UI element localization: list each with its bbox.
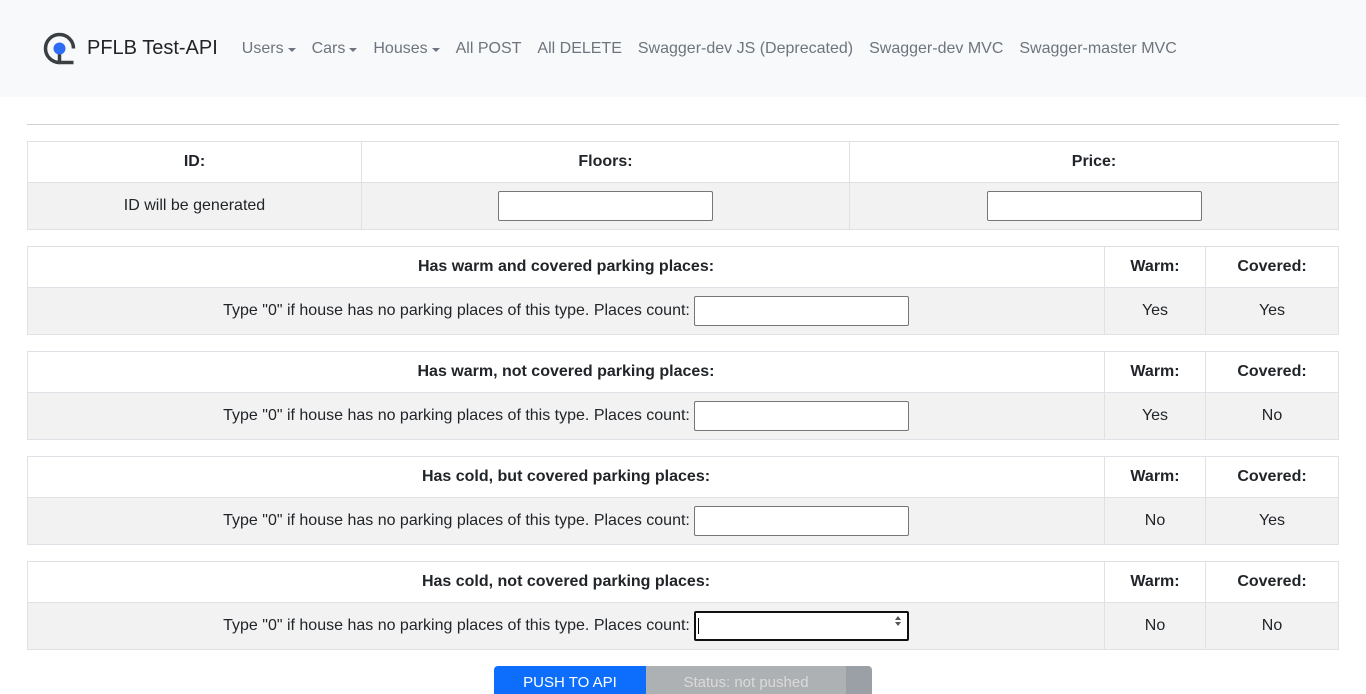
places-count-input-focused[interactable] — [693, 611, 909, 641]
nav-houses-dropdown[interactable]: Houses — [373, 39, 440, 58]
spin-down-icon[interactable] — [894, 622, 901, 626]
places-count-label: Type "0" if house has no parking places … — [223, 512, 690, 530]
covered-value: Yes — [1205, 497, 1339, 545]
warm-header: Warm: — [1104, 456, 1206, 498]
nav-cars-dropdown[interactable]: Cars — [312, 40, 358, 58]
covered-header: Covered: — [1205, 351, 1339, 393]
covered-value: No — [1205, 602, 1339, 650]
parking-title: Has warm and covered parking places: — [27, 246, 1105, 288]
parking-table-warm-not-covered: Has warm, not covered parking places: Wa… — [27, 351, 1339, 440]
warm-header: Warm: — [1104, 351, 1206, 393]
places-count-label: Type "0" if house has no parking places … — [223, 407, 690, 425]
floors-cell — [361, 182, 850, 230]
warm-value: No — [1104, 497, 1206, 545]
caret-down-icon — [349, 47, 358, 52]
push-to-api-button[interactable]: PUSH TO API — [494, 666, 646, 694]
house-main-table: ID: Floors: Price: ID will be generated — [27, 141, 1339, 230]
places-count-label: Type "0" if house has no parking places … — [223, 617, 690, 635]
places-count-input[interactable] — [693, 401, 909, 431]
top-navbar: PFLB Test-API Users Cars Houses All POST… — [0, 0, 1366, 97]
places-count-input[interactable] — [693, 296, 909, 326]
parking-table-cold-not-covered: Has cold, not covered parking places: Wa… — [27, 561, 1339, 650]
price-input[interactable] — [986, 191, 1202, 221]
brand-title: PFLB Test-API — [87, 37, 218, 59]
nav-swagger-dev-js-link[interactable]: Swagger-dev JS (Deprecated) — [638, 40, 853, 58]
floors-input[interactable] — [498, 191, 713, 221]
id-value: ID will be generated — [27, 182, 362, 230]
divider — [27, 124, 1339, 125]
price-header: Price: — [849, 141, 1339, 183]
parking-title: Has cold, not covered parking places: — [27, 561, 1105, 603]
covered-value: No — [1205, 392, 1339, 440]
nav-all-delete-link[interactable]: All DELETE — [537, 40, 621, 58]
brand[interactable]: PFLB Test-API — [43, 32, 218, 65]
covered-header: Covered: — [1205, 456, 1339, 498]
nav-houses-label: Houses — [373, 39, 428, 57]
places-count-cell: Type "0" if house has no parking places … — [27, 392, 1105, 440]
nav-users-label: Users — [241, 39, 284, 57]
nav-users-dropdown[interactable]: Users — [242, 40, 296, 58]
caret-down-icon — [287, 47, 296, 52]
text-cursor — [697, 618, 699, 634]
warm-value: Yes — [1104, 392, 1206, 440]
price-cell — [849, 182, 1339, 230]
warm-header: Warm: — [1104, 246, 1206, 288]
main-container: ID: Floors: Price: ID will be generated … — [0, 124, 1366, 650]
covered-header: Covered: — [1205, 561, 1339, 603]
parking-table-warm-covered: Has warm and covered parking places: War… — [27, 246, 1339, 335]
warm-value: Yes — [1104, 287, 1206, 335]
covered-value: Yes — [1205, 287, 1339, 335]
number-spinner[interactable] — [894, 616, 901, 626]
action-button-group: PUSH TO API Status: not pushed — [494, 666, 872, 694]
parking-title: Has cold, but covered parking places: — [27, 456, 1105, 498]
spin-up-icon[interactable] — [894, 616, 901, 620]
parking-title: Has warm, not covered parking places: — [27, 351, 1105, 393]
places-count-cell: Type "0" if house has no parking places … — [27, 497, 1105, 545]
places-count-cell: Type "0" if house has no parking places … — [27, 602, 1105, 650]
places-count-input[interactable] — [693, 506, 909, 536]
pflb-logo-icon — [43, 32, 76, 65]
places-count-label: Type "0" if house has no parking places … — [223, 302, 690, 320]
warm-value: No — [1104, 602, 1206, 650]
status-button-addon — [846, 666, 872, 694]
covered-header: Covered: — [1205, 246, 1339, 288]
nav-swagger-master-mvc-link[interactable]: Swagger-master MVC — [1019, 40, 1176, 58]
warm-header: Warm: — [1104, 561, 1206, 603]
id-header: ID: — [27, 141, 362, 183]
floors-header: Floors: — [361, 141, 850, 183]
nav-cars-label: Cars — [311, 39, 346, 57]
caret-down-icon — [431, 47, 440, 52]
nav-all-post-link[interactable]: All POST — [456, 40, 522, 58]
places-count-cell: Type "0" if house has no parking places … — [27, 287, 1105, 335]
status-button: Status: not pushed — [646, 666, 846, 694]
nav-swagger-dev-mvc-link[interactable]: Swagger-dev MVC — [869, 40, 1003, 58]
parking-table-cold-covered: Has cold, but covered parking places: Wa… — [27, 456, 1339, 545]
